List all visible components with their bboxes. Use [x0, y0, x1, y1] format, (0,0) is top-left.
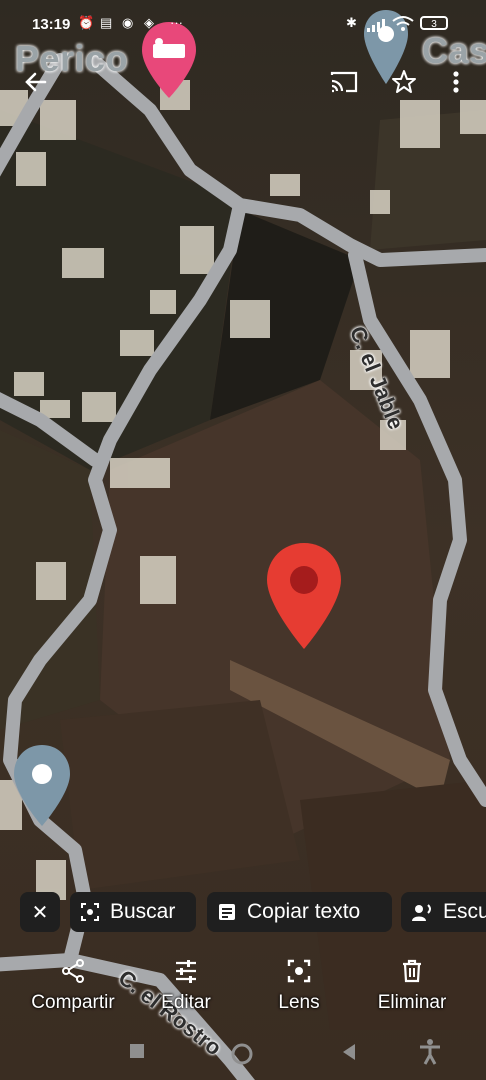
lens-search-icon — [81, 903, 99, 921]
listen-chip[interactable]: Escu — [401, 892, 486, 932]
cast-icon — [330, 71, 358, 93]
image-actions-bar: Compartir Editar Lens Eliminar — [0, 958, 486, 1028]
edit-label: Editar — [161, 992, 211, 1013]
search-chip[interactable]: Buscar — [70, 892, 196, 932]
bluetooth-icon: ✱ — [346, 15, 357, 30]
lens-chip-row: ✕ Buscar Copiar texto Escu — [0, 892, 486, 934]
back-arrow-icon — [25, 72, 47, 92]
share-label: Compartir — [31, 992, 115, 1013]
copy-text-chip-label: Copiar texto — [247, 900, 361, 923]
home-button[interactable] — [230, 1042, 254, 1066]
tune-icon — [176, 960, 196, 983]
more-options-button[interactable] — [436, 62, 476, 102]
system-navigation-bar — [0, 1030, 486, 1080]
alarm-icon: ⏰ — [78, 15, 95, 30]
battery-indicator: 3 — [420, 16, 448, 30]
chrome-icon: ◉ — [122, 15, 134, 30]
text-document-icon — [219, 904, 235, 920]
share-button[interactable]: Compartir — [18, 958, 128, 1014]
share-icon — [62, 959, 84, 983]
accessibility-icon[interactable] — [418, 1038, 442, 1066]
favorite-button[interactable] — [384, 62, 424, 102]
dropped-pin-icon[interactable] — [264, 540, 344, 652]
wifi-icon — [392, 16, 414, 31]
close-icon: ✕ — [31, 901, 49, 924]
more-vert-icon — [453, 71, 459, 93]
status-time: 13:19 — [32, 16, 71, 33]
lens-label: Lens — [278, 992, 320, 1013]
signal-icon — [367, 19, 385, 32]
listen-speaker-icon — [412, 904, 431, 921]
sim-icon: ▤ — [100, 15, 113, 30]
back-button[interactable] — [16, 62, 56, 102]
listen-chip-label: Escu — [443, 900, 486, 923]
more-notifications-icon: ··· — [170, 15, 183, 30]
shield-icon: ◈ — [144, 15, 154, 30]
close-chip[interactable]: ✕ — [20, 892, 60, 932]
lens-icon — [287, 959, 311, 983]
star-outline-icon — [392, 70, 416, 93]
status-bar: 13:19 ⏰ ▤ ◉ ◈ ··· ✱ 3 — [0, 0, 486, 50]
cast-button[interactable] — [324, 62, 364, 102]
lens-button[interactable]: Lens — [244, 958, 354, 1014]
location-pin-icon[interactable] — [12, 742, 72, 828]
edit-button[interactable]: Editar — [131, 958, 241, 1014]
delete-label: Eliminar — [377, 992, 447, 1013]
back-nav-button[interactable] — [340, 1042, 358, 1062]
recents-button[interactable] — [128, 1042, 146, 1060]
copy-text-chip[interactable]: Copiar texto — [207, 892, 392, 932]
trash-icon — [403, 959, 421, 983]
search-chip-label: Buscar — [110, 900, 176, 923]
delete-button[interactable]: Eliminar — [357, 958, 467, 1014]
